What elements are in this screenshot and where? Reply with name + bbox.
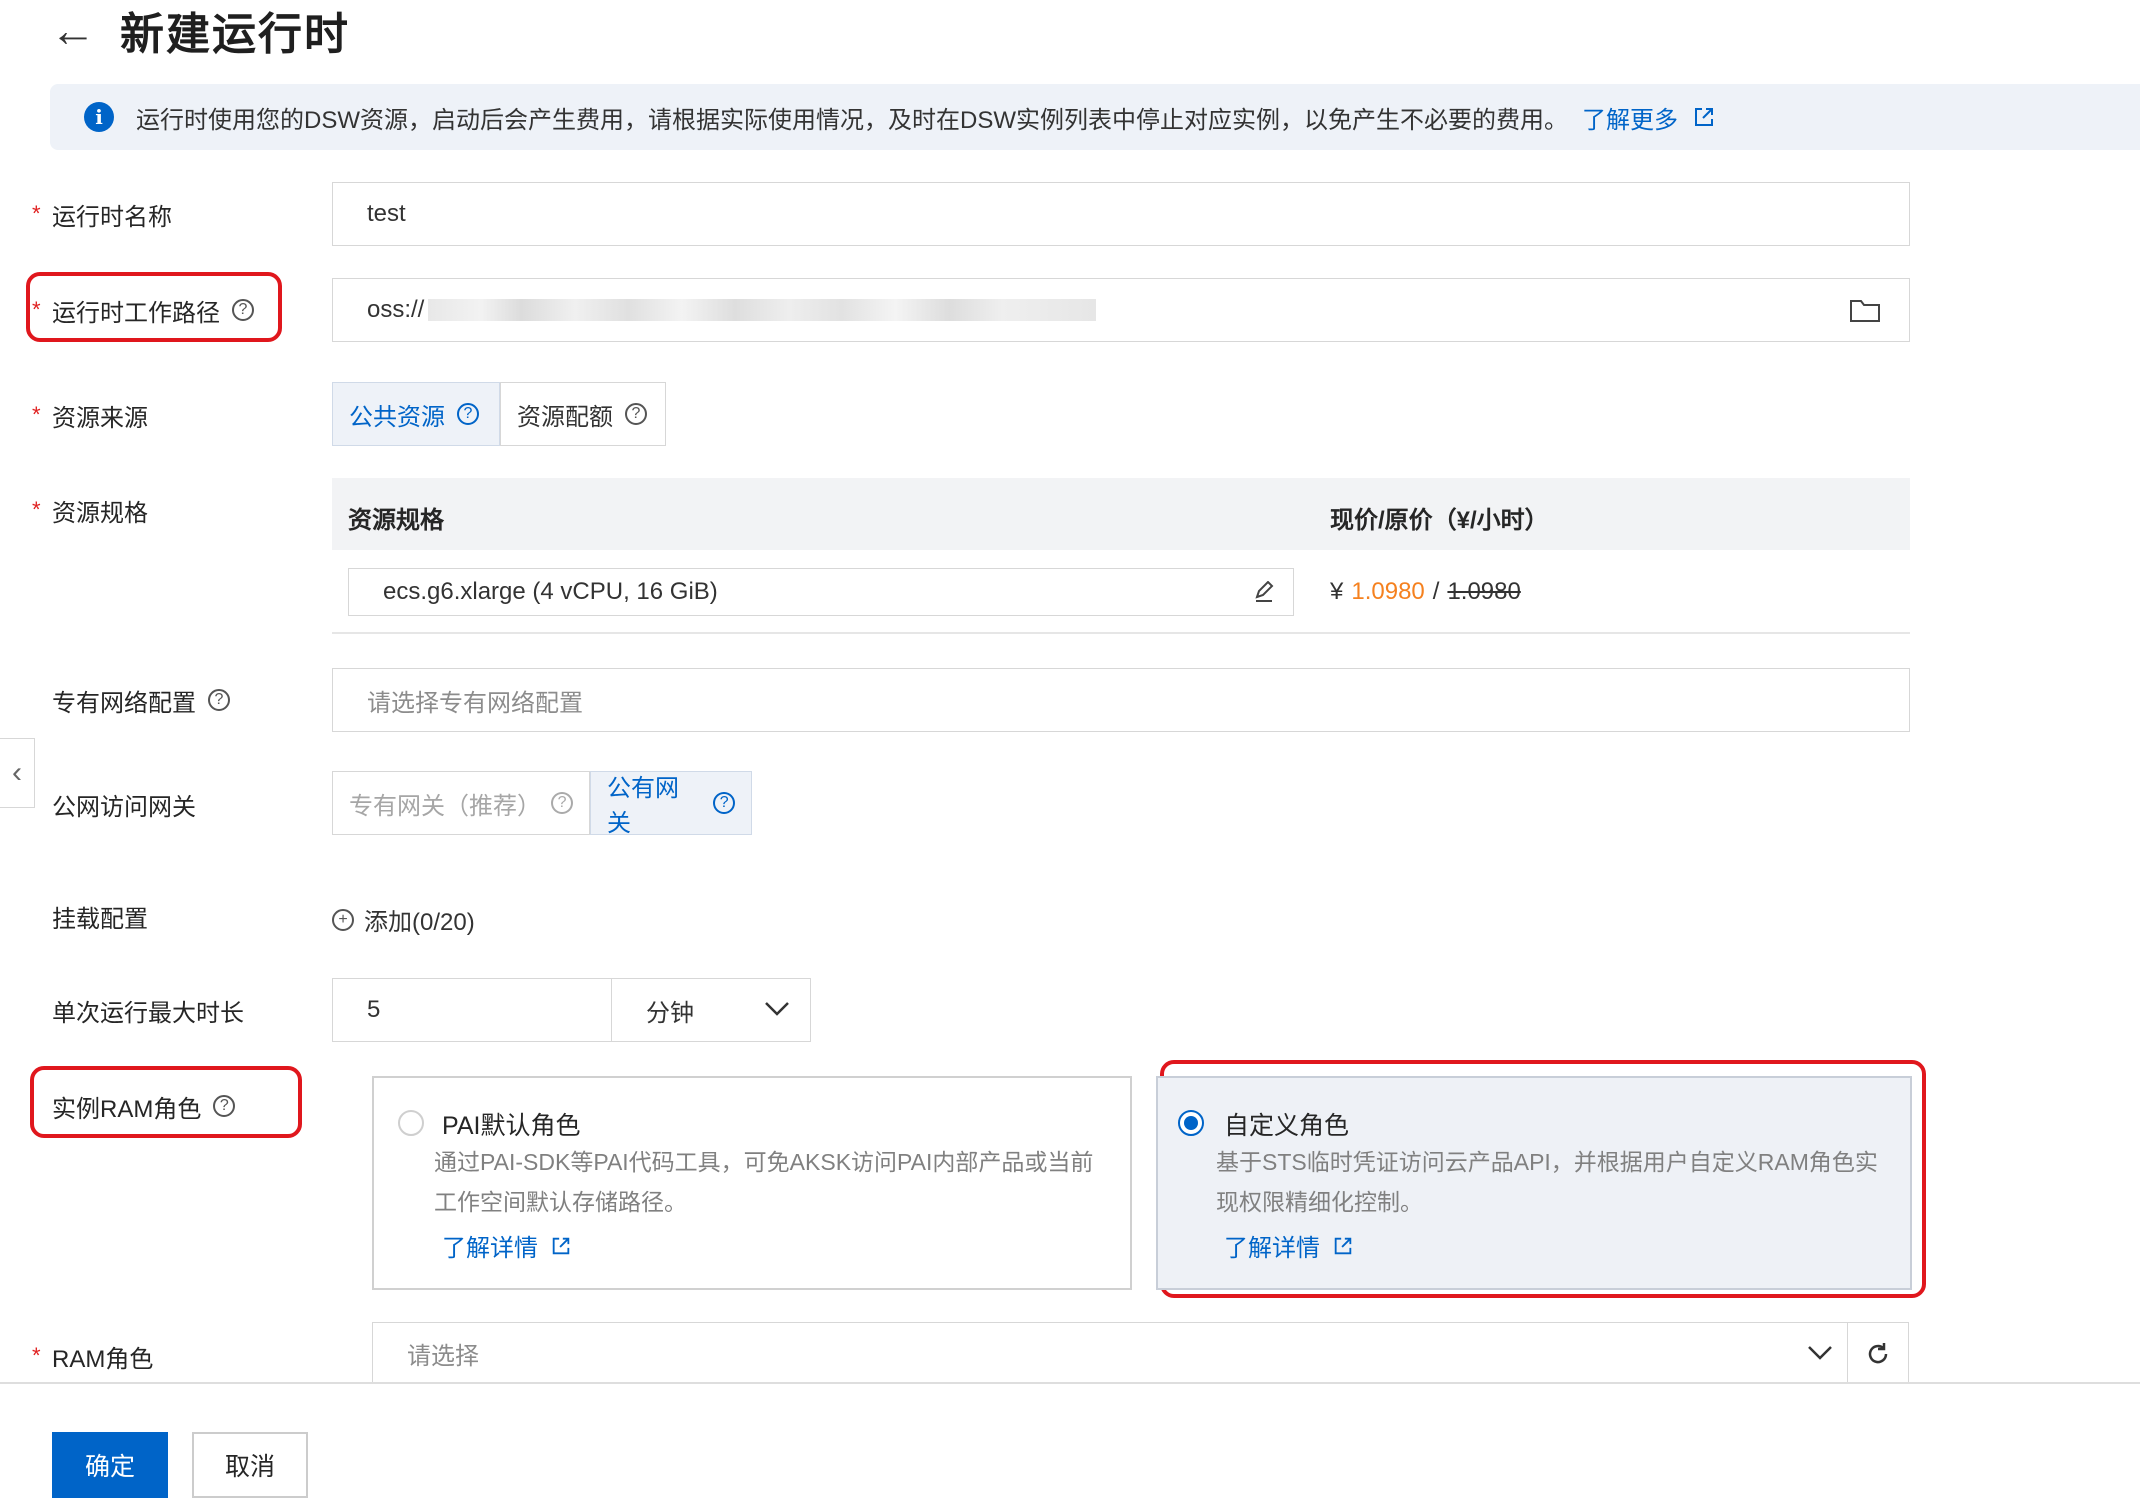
- mount-label: 挂载配置: [52, 905, 148, 933]
- info-icon: i: [84, 102, 114, 132]
- notice-text: 运行时使用您的DSW资源，启动后会产生费用，请根据实际使用情况，及时在DSW实例…: [136, 106, 1568, 134]
- page-title: 新建运行时: [120, 10, 350, 59]
- gateway-toggle[interactable]: 专有网关（推荐）? 公有网关?: [332, 771, 752, 837]
- gateway-option-public[interactable]: 公有网关?: [590, 771, 752, 837]
- role-option-default[interactable]: PAI默认角色 通过PAI-SDK等PAI代码工具，可免AKSK访问PAI内部产…: [372, 1076, 1132, 1290]
- price-column-header: 现价/原价（¥/小时）: [1330, 507, 1549, 534]
- learn-detail-link[interactable]: 了解详情: [442, 1228, 572, 1263]
- ram-role-label: * RAM角色: [32, 1343, 154, 1373]
- radio-selected[interactable]: [1178, 1110, 1204, 1136]
- folder-icon[interactable]: [1849, 297, 1881, 323]
- help-icon[interactable]: ?: [213, 1095, 236, 1117]
- name-label: * 运行时名称: [32, 201, 172, 231]
- add-mount-button[interactable]: + 添加(0/20): [332, 902, 475, 937]
- vpc-label: 专有网络配置 ?: [32, 680, 230, 720]
- price-cell: ¥ 1.0980 / 1.0980: [1330, 578, 1521, 605]
- cancel-button[interactable]: 取消: [192, 1432, 308, 1498]
- role-option-custom[interactable]: 自定义角色 基于STS临时凭证访问云产品API，并根据用户自定义RAM角色实现权…: [1156, 1076, 1912, 1290]
- refresh-icon: [1868, 1342, 1888, 1363]
- external-link-icon[interactable]: [1692, 105, 1716, 129]
- current-price: 1.0980: [1351, 578, 1425, 605]
- external-link-icon: [552, 1237, 570, 1254]
- duration-label: 单次运行最大时长: [52, 999, 244, 1027]
- vpc-select[interactable]: 请选择专有网络配置: [332, 668, 1910, 732]
- gateway-option-private[interactable]: 专有网关（推荐）?: [332, 771, 590, 835]
- spec-label: * 资源规格: [32, 497, 148, 527]
- help-icon[interactable]: ?: [232, 299, 254, 321]
- learn-more-link[interactable]: 了解更多: [1582, 100, 1678, 135]
- info-notice: i 运行时使用您的DSW资源，启动后会产生费用，请根据实际使用情况，及时在DSW…: [50, 84, 2140, 150]
- spec-column-header: 资源规格: [348, 507, 444, 534]
- help-icon[interactable]: ?: [551, 792, 573, 814]
- refresh-button[interactable]: [1847, 1322, 1909, 1384]
- source-option-public[interactable]: 公共资源?: [332, 382, 500, 446]
- confirm-button[interactable]: 确定: [52, 1432, 168, 1498]
- page-header: ← 新建运行时: [50, 0, 350, 60]
- workdir-input[interactable]: oss://: [332, 278, 1910, 342]
- ram-role-type-label: 实例RAM角色 ?: [32, 1086, 236, 1126]
- plus-circle-icon: +: [332, 908, 354, 931]
- chevron-down-icon: [1808, 1346, 1832, 1360]
- arrow-left-icon[interactable]: ←: [50, 7, 96, 53]
- duration-input[interactable]: 5: [332, 978, 612, 1042]
- external-link-icon: [1334, 1237, 1352, 1254]
- original-price: 1.0980: [1447, 578, 1521, 605]
- resource-source-toggle[interactable]: 公共资源? 资源配额?: [332, 382, 666, 446]
- gateway-label: 公网访问网关: [52, 793, 196, 821]
- chevron-down-icon: [765, 1002, 789, 1016]
- help-icon[interactable]: ?: [625, 403, 647, 425]
- footer-divider: [0, 1382, 2140, 1384]
- spec-table-header: 资源规格 现价/原价（¥/小时）: [332, 478, 1910, 550]
- help-icon[interactable]: ?: [457, 403, 479, 425]
- spec-select[interactable]: ecs.g6.xlarge (4 vCPU, 16 GiB): [348, 568, 1294, 616]
- radio-unselected[interactable]: [398, 1110, 424, 1136]
- table-divider: [332, 632, 1910, 634]
- redacted-path: [428, 299, 1097, 321]
- help-icon[interactable]: ?: [713, 792, 735, 814]
- edit-icon[interactable]: [1253, 581, 1275, 603]
- runtime-name-input[interactable]: test: [332, 182, 1910, 246]
- help-icon[interactable]: ?: [208, 689, 230, 711]
- duration-unit-select[interactable]: 分钟: [611, 978, 811, 1042]
- source-option-quota[interactable]: 资源配额?: [500, 382, 666, 446]
- learn-detail-link[interactable]: 了解详情: [1224, 1228, 1354, 1263]
- workdir-label: * 运行时工作路径 ?: [32, 290, 254, 330]
- chevron-left-icon[interactable]: ‹: [0, 738, 35, 808]
- source-label: * 资源来源: [32, 402, 148, 432]
- ram-role-select[interactable]: 请选择: [372, 1322, 1848, 1384]
